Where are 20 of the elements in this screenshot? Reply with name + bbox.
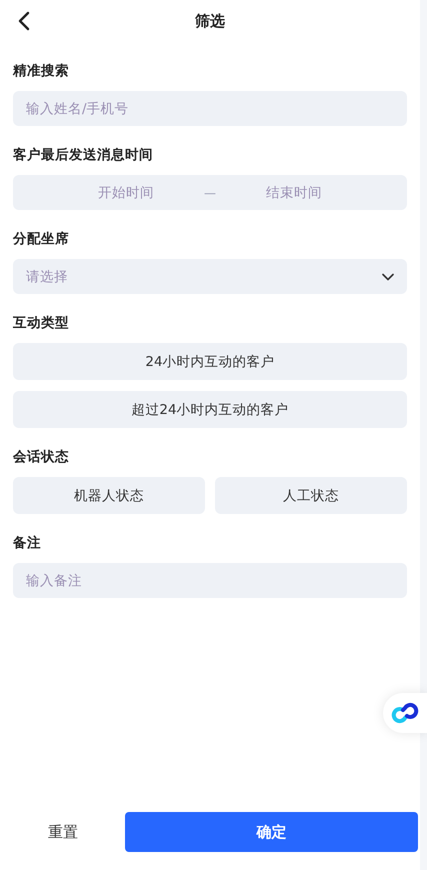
confirm-button[interactable]: 确定: [125, 812, 418, 852]
section-label: 分配坐席: [13, 230, 70, 248]
page-title: 筛选: [195, 12, 225, 30]
option-button[interactable]: 24小时内互动的客户: [13, 343, 407, 380]
input-field[interactable]: 输入备注: [13, 563, 407, 598]
link-logo-icon: [391, 702, 419, 724]
option-button[interactable]: 机器人状态: [13, 477, 205, 514]
range-separator: —: [204, 186, 216, 200]
back-icon[interactable]: [18, 11, 30, 31]
section-label: 客户最后发送消息时间: [13, 146, 154, 164]
floating-assistant-button[interactable]: [383, 693, 427, 733]
section-label: 精准搜索: [13, 62, 70, 80]
section-label: 备注: [13, 534, 42, 552]
reset-button[interactable]: 重置: [13, 812, 113, 852]
input-field[interactable]: 输入姓名/手机号: [13, 91, 407, 126]
option-button[interactable]: 超过24小时内互动的客户: [13, 391, 407, 428]
chevron-down-icon: [382, 272, 394, 280]
section-label: 互动类型: [13, 314, 70, 332]
section-label: 会话状态: [13, 448, 70, 466]
option-button[interactable]: 人工状态: [215, 477, 407, 514]
